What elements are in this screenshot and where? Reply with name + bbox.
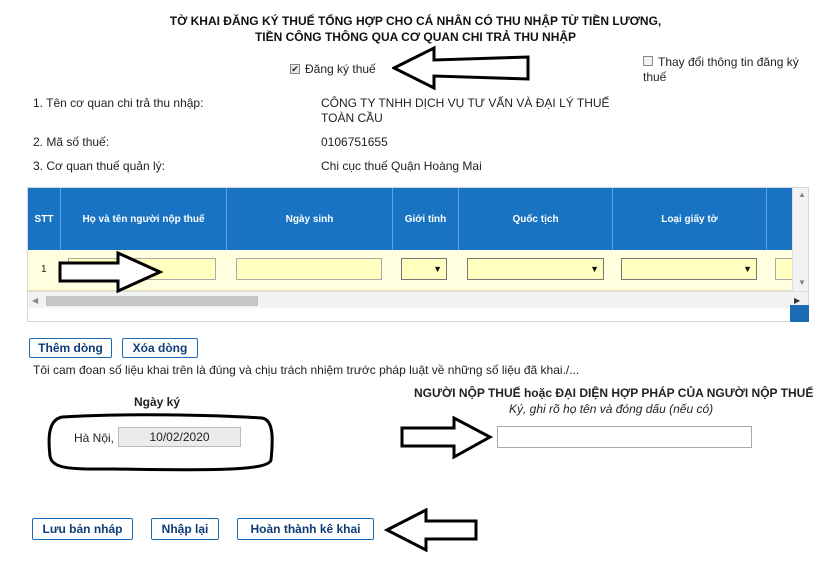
delete-row-button[interactable]: Xóa dòng	[122, 338, 198, 358]
register-tax-label: Đăng ký thuế	[305, 62, 376, 76]
id-type-select[interactable]: ▼	[621, 258, 757, 280]
next-column-input[interactable]	[775, 258, 792, 280]
org-name-value-1: CÔNG TY TNHH DỊCH VỤ TƯ VẤN VÀ ĐẠI LÝ TH…	[321, 96, 610, 110]
scroll-up-icon[interactable]: ▲	[798, 190, 806, 199]
row-stt: 1	[41, 264, 47, 275]
change-info-label-2: thuế	[643, 70, 667, 84]
change-info-checkbox[interactable]	[643, 56, 653, 66]
sign-date-heading: Ngày ký	[134, 395, 181, 409]
reset-button[interactable]: Nhập lại	[151, 518, 219, 540]
form-title-line-1: TỜ KHAI ĐĂNG KÝ THUẾ TỔNG HỢP CHO CÁ NHÂ…	[169, 14, 662, 28]
right-arrow-icon	[58, 251, 164, 293]
finish-declaration-button[interactable]: Hoàn thành kê khai	[237, 518, 374, 540]
declaration-text: Tôi cam đoan số liệu khai trên là đúng v…	[33, 363, 580, 377]
gender-select[interactable]: ▼	[401, 258, 447, 280]
signer-note: Ký, ghi rõ họ tên và đóng dấu (nếu có)	[509, 402, 714, 416]
header-birth-date: Ngày sinh	[227, 188, 393, 250]
signer-heading: NGƯỜI NỘP THUẾ hoặc ĐẠI DIỆN HỢP PHÁP CỦ…	[414, 386, 814, 400]
right-arrow-icon	[400, 416, 494, 460]
header-stt: STT	[28, 188, 61, 250]
tax-office-label: 3. Cơ quan thuế quản lý:	[33, 159, 165, 173]
chevron-down-icon: ▼	[433, 264, 442, 274]
header-id-type: Loại giấy tờ	[613, 188, 767, 250]
register-tax-checkbox[interactable]	[290, 64, 300, 74]
change-info-label-1: Thay đổi thông tin đăng ký	[658, 55, 799, 69]
add-row-button[interactable]: Thêm dòng	[29, 338, 112, 358]
tax-office-value: Chi cục thuế Quận Hoàng Mai	[321, 159, 482, 173]
header-full-name: Họ và tên người nộp thuế	[61, 188, 227, 250]
birth-date-input[interactable]	[236, 258, 382, 280]
scroll-left-icon[interactable]: ◀	[32, 296, 38, 305]
tax-code-label: 2. Mã số thuế:	[33, 135, 110, 149]
org-name-value-2: TOÀN CẦU	[321, 111, 383, 125]
scroll-down-icon[interactable]: ▼	[798, 278, 806, 287]
form-title-line-2: TIỀN CÔNG THÔNG QUA CƠ QUAN CHI TRẢ THU …	[254, 30, 577, 44]
nationality-select[interactable]: ▼	[467, 258, 604, 280]
tax-code-value: 0106751655	[321, 135, 388, 149]
left-arrow-icon	[392, 45, 530, 91]
scroll-right-icon[interactable]: ▶	[794, 296, 800, 305]
grid-corner	[790, 305, 809, 322]
signer-name-input[interactable]	[497, 426, 752, 448]
grid-vertical-scrollbar[interactable]: ▲ ▼	[792, 188, 808, 291]
grid-horizontal-scrollbar[interactable]: ◀ ▶	[28, 291, 808, 308]
header-more	[767, 188, 792, 250]
sign-place: Hà Nội,	[74, 431, 115, 445]
save-draft-button[interactable]: Lưu bản nháp	[32, 518, 133, 540]
scroll-thumb[interactable]	[46, 296, 258, 306]
chevron-down-icon: ▼	[590, 264, 599, 274]
left-arrow-icon	[384, 508, 478, 552]
org-name-label: 1. Tên cơ quan chi trả thu nhập:	[33, 96, 204, 110]
header-nationality: Quốc tịch	[459, 188, 613, 250]
sign-date-field[interactable]: 10/02/2020	[118, 427, 241, 447]
grid-header: STT Họ và tên người nộp thuế Ngày sinh G…	[28, 188, 792, 250]
header-gender: Giới tính	[393, 188, 459, 250]
chevron-down-icon: ▼	[743, 264, 752, 274]
register-tax-option[interactable]: Đăng ký thuế	[290, 62, 376, 76]
